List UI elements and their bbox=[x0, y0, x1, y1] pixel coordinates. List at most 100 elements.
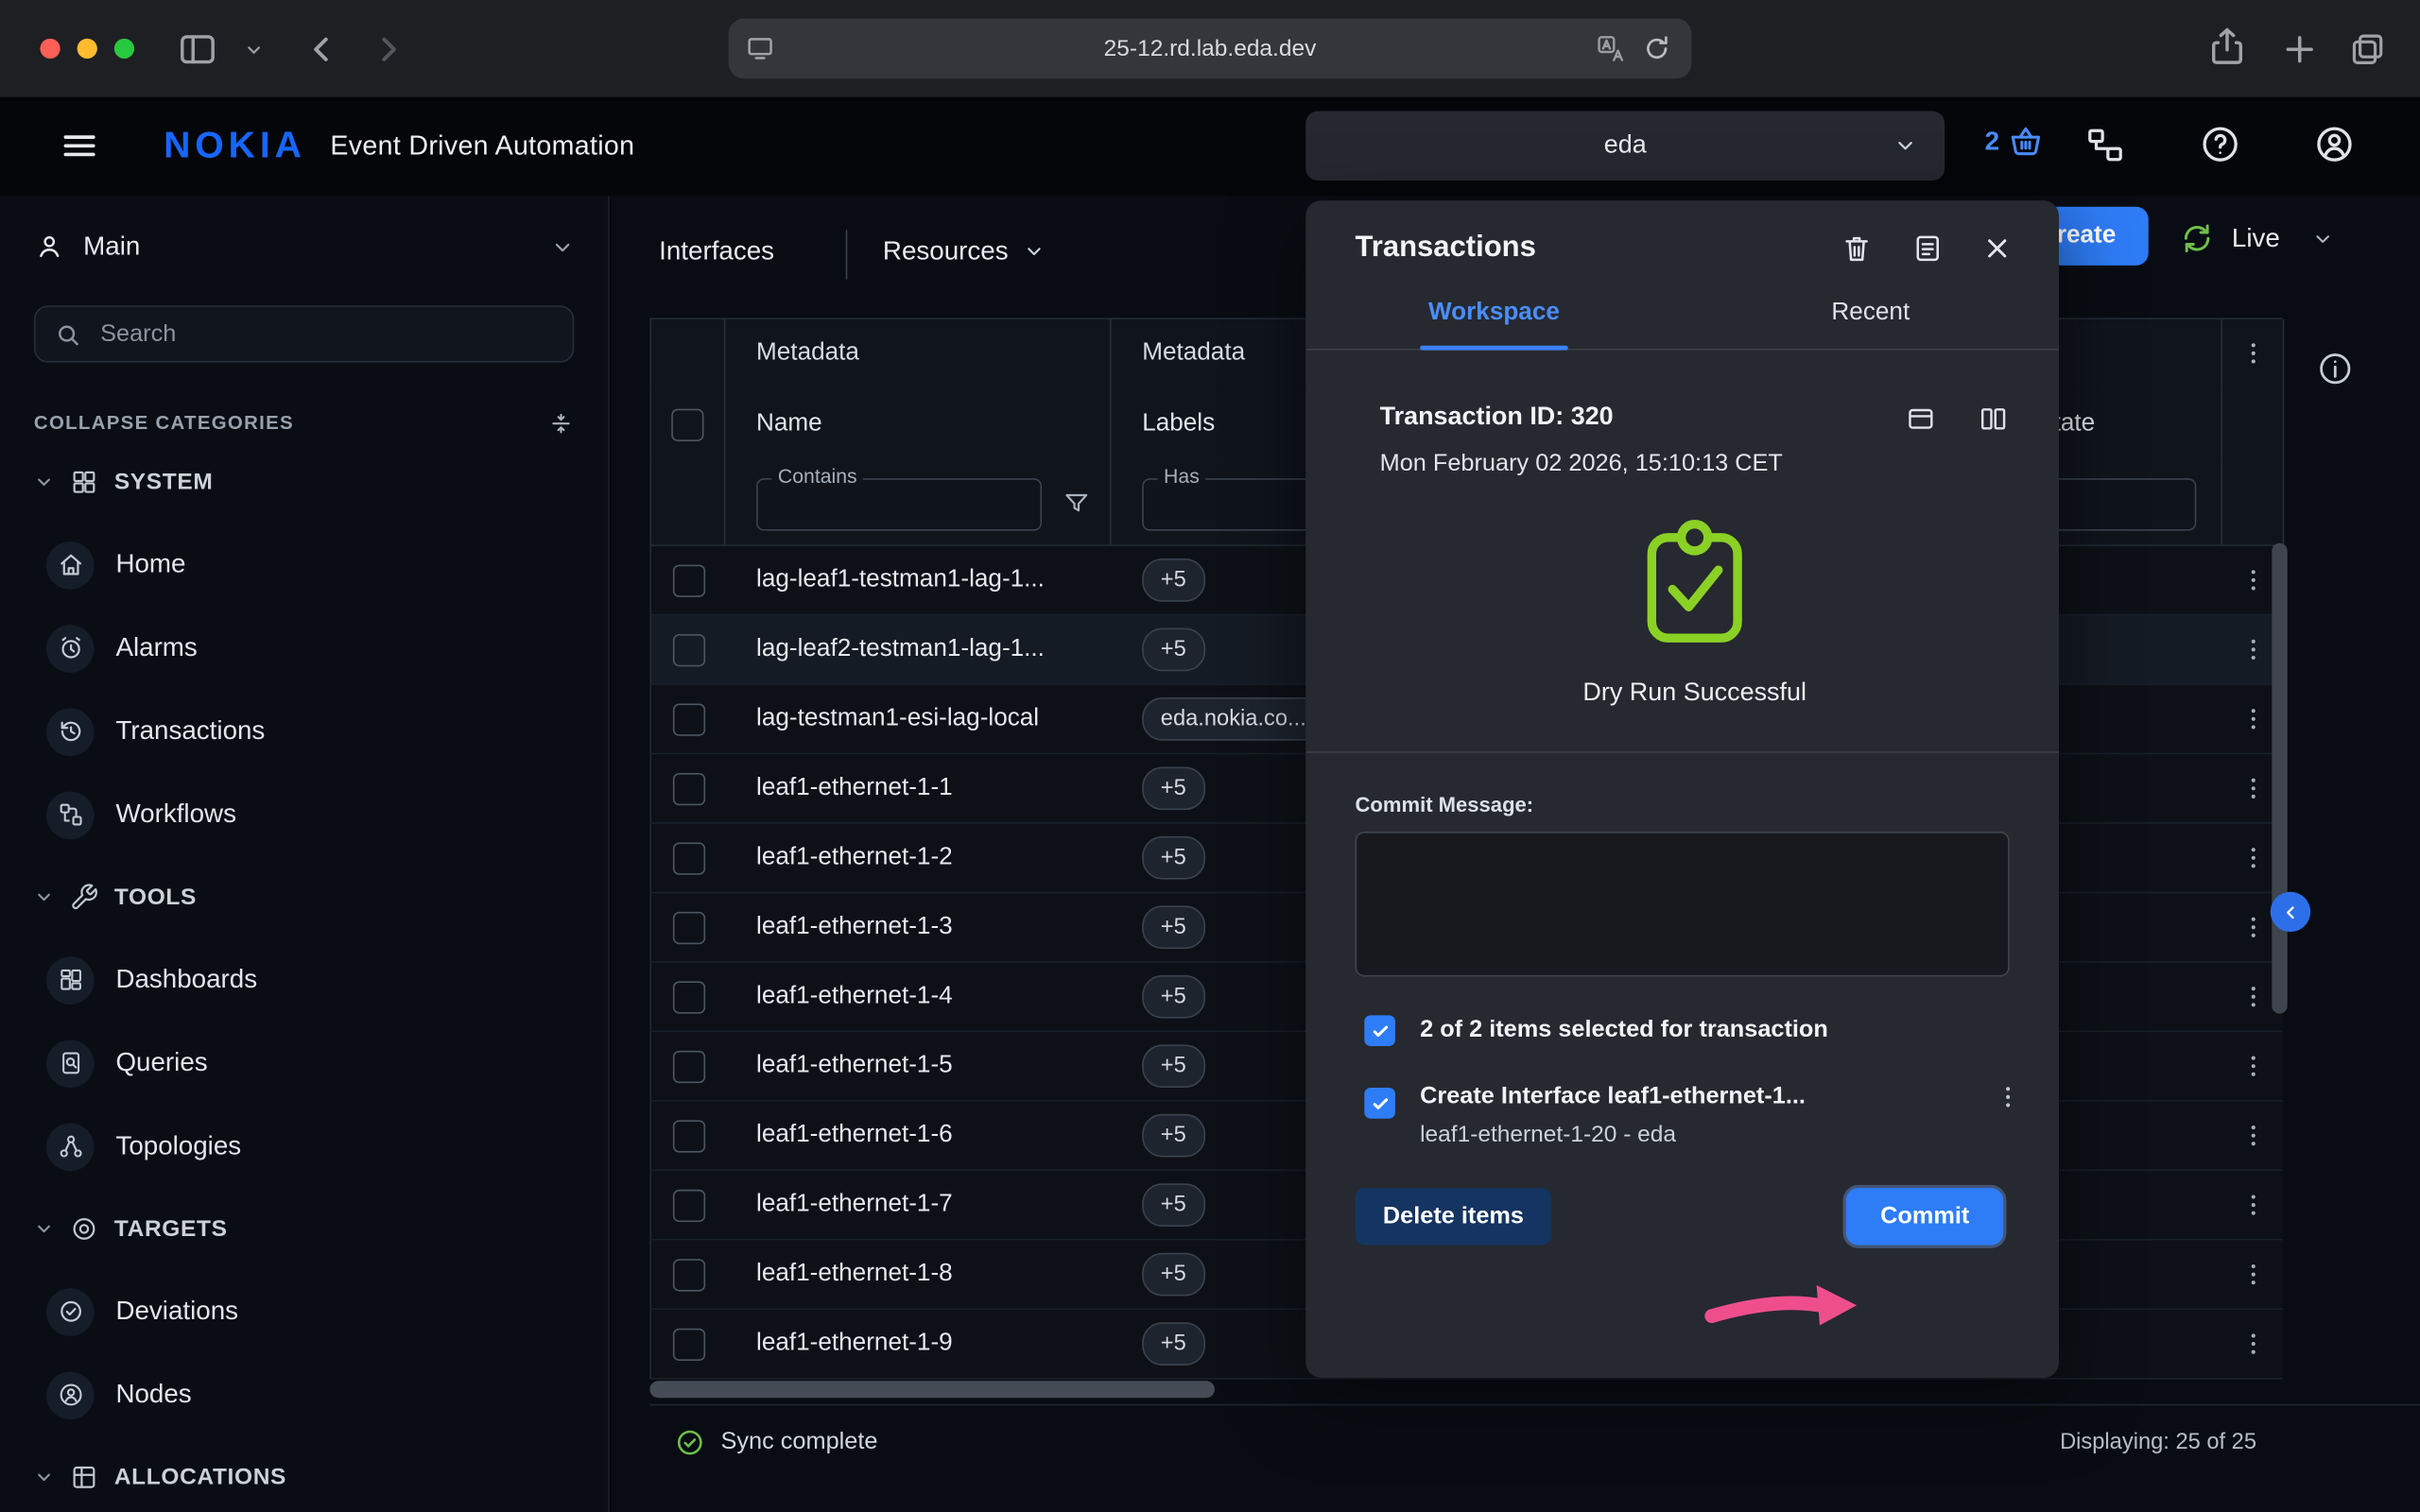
sidebar-item-topologies[interactable]: Topologies bbox=[34, 1105, 574, 1188]
labels-badge[interactable]: +5 bbox=[1142, 975, 1204, 1019]
labels-badge[interactable]: +5 bbox=[1142, 1183, 1204, 1227]
share-icon[interactable] bbox=[2205, 25, 2249, 68]
row-checkbox[interactable] bbox=[651, 546, 725, 614]
row-checkbox[interactable] bbox=[651, 893, 725, 961]
minimize-window-button[interactable] bbox=[78, 39, 97, 59]
close-window-button[interactable] bbox=[40, 39, 60, 59]
tab-interfaces[interactable]: Interfaces bbox=[659, 236, 774, 267]
sidebar-search[interactable] bbox=[34, 305, 574, 362]
dry-run-result-text: Dry Run Successful bbox=[1380, 679, 2010, 708]
reload-icon[interactable] bbox=[1641, 32, 1673, 64]
status-bar: Sync complete Displaying: 25 of 25 bbox=[649, 1404, 2420, 1478]
select-all-items-checkbox[interactable] bbox=[1364, 1015, 1395, 1046]
row-checkbox[interactable] bbox=[651, 615, 725, 683]
row-checkbox[interactable] bbox=[651, 1241, 725, 1309]
labels-badge[interactable]: +5 bbox=[1142, 1253, 1204, 1297]
table-menu-button[interactable] bbox=[2222, 319, 2284, 387]
sidebar-item-label: Dashboards bbox=[115, 964, 257, 995]
topology-flows-icon[interactable] bbox=[2083, 124, 2127, 167]
zoom-window-button[interactable] bbox=[114, 39, 134, 59]
target-icon bbox=[69, 1213, 98, 1243]
row-checkbox[interactable] bbox=[651, 824, 725, 892]
help-icon[interactable] bbox=[2200, 124, 2241, 165]
section-tools[interactable]: TOOLS bbox=[34, 878, 574, 915]
collapse-categories-label: COLLAPSE CATEGORIES bbox=[34, 412, 294, 434]
column-name[interactable]: Name bbox=[725, 387, 1111, 461]
row-checkbox[interactable] bbox=[651, 1032, 725, 1100]
tab-recent[interactable]: Recent bbox=[1683, 278, 2059, 349]
tab-workspace[interactable]: Workspace bbox=[1305, 278, 1682, 349]
sidebar-item-dashboards[interactable]: Dashboards bbox=[34, 938, 574, 1022]
commit-message-input[interactable] bbox=[1356, 832, 2010, 976]
sidebar-item-deviations[interactable]: Deviations bbox=[34, 1270, 574, 1353]
summary-card-icon[interactable] bbox=[1905, 403, 1937, 435]
item-checkbox[interactable] bbox=[1364, 1088, 1395, 1119]
tab-resources[interactable]: Resources bbox=[883, 236, 1046, 267]
transaction-item[interactable]: Create Interface leaf1-ethernet-1... lea… bbox=[1305, 1046, 2059, 1148]
section-targets[interactable]: TARGETS bbox=[34, 1210, 574, 1246]
scrollbar-thumb[interactable] bbox=[2272, 543, 2287, 1014]
back-button[interactable] bbox=[302, 29, 342, 69]
labels-badge[interactable]: +5 bbox=[1142, 1114, 1204, 1158]
item-menu-button[interactable] bbox=[1994, 1083, 2021, 1110]
new-tab-icon[interactable] bbox=[2279, 29, 2319, 69]
info-icon[interactable] bbox=[2317, 351, 2354, 387]
row-checkbox[interactable] bbox=[651, 963, 725, 1031]
url-bar[interactable]: 25-12.rd.lab.eda.dev bbox=[729, 19, 1692, 79]
labels-badge[interactable]: +5 bbox=[1142, 1322, 1204, 1366]
collapse-categories[interactable]: COLLAPSE CATEGORIES bbox=[34, 404, 574, 441]
app-header: NOKIA Event Driven Automation eda 2 bbox=[0, 97, 2420, 196]
row-name: leaf1-ethernet-1-5 bbox=[725, 1032, 1111, 1100]
row-checkbox[interactable] bbox=[651, 685, 725, 753]
sidebar-item-transactions[interactable]: Transactions bbox=[34, 690, 574, 773]
labels-badge[interactable]: +5 bbox=[1142, 558, 1204, 602]
transaction-timestamp: Mon February 02 2026, 15:10:13 CET bbox=[1380, 451, 2010, 478]
labels-badge[interactable]: +5 bbox=[1142, 1044, 1204, 1088]
name-filter-label: Contains bbox=[771, 466, 863, 488]
user-avatar-icon[interactable] bbox=[2313, 124, 2355, 165]
sidebar-item-workflows[interactable]: Workflows bbox=[34, 773, 574, 856]
row-checkbox[interactable] bbox=[651, 754, 725, 822]
transactions-icon bbox=[46, 708, 95, 756]
commit-button[interactable]: Commit bbox=[1846, 1188, 2003, 1245]
live-toggle[interactable]: Live bbox=[2179, 220, 2334, 256]
panel-collapse-handle[interactable] bbox=[2271, 892, 2310, 932]
row-checkbox[interactable] bbox=[651, 1102, 725, 1170]
filter-icon[interactable] bbox=[1062, 490, 1091, 519]
search-input[interactable] bbox=[97, 318, 554, 350]
sidebar-item-home[interactable]: Home bbox=[34, 523, 574, 606]
section-system[interactable]: SYSTEM bbox=[34, 463, 574, 500]
close-icon[interactable] bbox=[1981, 233, 2013, 265]
sidebar-item-nodes[interactable]: Nodes bbox=[34, 1353, 574, 1436]
tab-overview-icon[interactable] bbox=[2347, 29, 2387, 69]
section-allocations[interactable]: ALLOCATIONS bbox=[34, 1458, 574, 1495]
labels-badge[interactable]: +5 bbox=[1142, 836, 1204, 880]
labels-badge[interactable]: +5 bbox=[1142, 628, 1204, 672]
transaction-basket-button[interactable]: 2 bbox=[1985, 122, 2046, 161]
context-selector[interactable]: Main bbox=[34, 217, 574, 276]
translate-icon[interactable] bbox=[1595, 32, 1627, 64]
labels-badge[interactable]: +5 bbox=[1142, 766, 1204, 810]
trash-icon[interactable] bbox=[1840, 232, 1874, 266]
horizontal-scrollbar[interactable] bbox=[649, 1381, 1215, 1398]
transactions-panel: Transactions Workspace Recent Transactio… bbox=[1305, 200, 2059, 1378]
chevron-down-icon[interactable] bbox=[244, 40, 264, 60]
diff-view-icon[interactable] bbox=[1977, 403, 2009, 435]
row-name: leaf1-ethernet-1-2 bbox=[725, 824, 1111, 892]
row-name: leaf1-ethernet-1-6 bbox=[725, 1102, 1111, 1170]
forward-button[interactable] bbox=[368, 29, 407, 69]
hamburger-menu-icon[interactable] bbox=[59, 125, 100, 166]
notes-icon[interactable] bbox=[1910, 232, 1945, 266]
select-all-checkbox[interactable] bbox=[651, 387, 725, 461]
row-checkbox[interactable] bbox=[651, 1310, 725, 1378]
row-checkbox[interactable] bbox=[651, 1171, 725, 1239]
labels-badge[interactable]: eda.nokia.co... bbox=[1142, 697, 1324, 741]
labels-badge[interactable]: +5 bbox=[1142, 905, 1204, 949]
vertical-scrollbar[interactable] bbox=[2271, 543, 2290, 1361]
sidebar-item-queries[interactable]: Queries bbox=[34, 1022, 574, 1105]
sidebar-toggle-icon[interactable] bbox=[176, 27, 219, 71]
sidebar-item-alarms[interactable]: Alarms bbox=[34, 607, 574, 690]
namespace-select[interactable]: eda bbox=[1305, 112, 1945, 180]
section-label: TOOLS bbox=[114, 884, 197, 910]
delete-items-button[interactable]: Delete items bbox=[1356, 1188, 1552, 1245]
